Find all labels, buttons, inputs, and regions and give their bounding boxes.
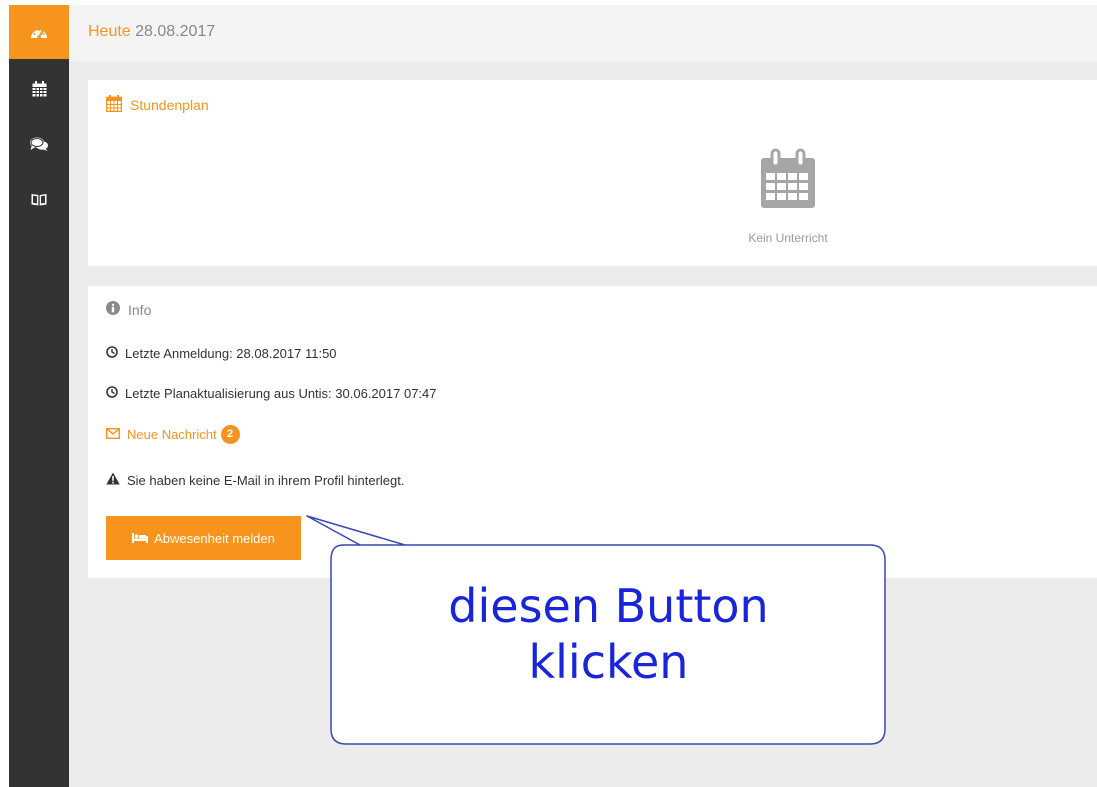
callout-line1: diesen Button (448, 579, 769, 633)
callout-text: diesen Button klicken (331, 578, 886, 690)
callout-line2: klicken (528, 635, 689, 689)
